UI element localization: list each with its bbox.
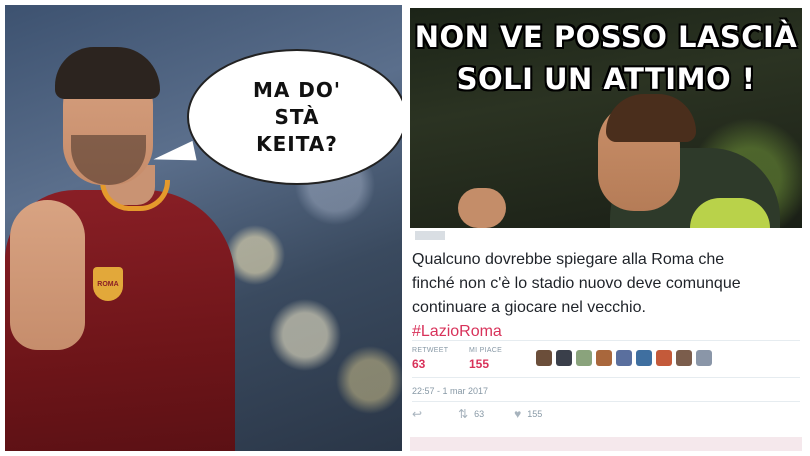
avatar[interactable] (536, 350, 552, 366)
avatar[interactable] (636, 350, 652, 366)
avatar[interactable] (556, 350, 572, 366)
retweet-icon: ⇅ (458, 407, 469, 421)
retweet-count: 63 (474, 409, 485, 419)
avatar[interactable] (656, 350, 672, 366)
bubble-line-1: MA DO' (252, 77, 342, 102)
like-count: 155 (527, 409, 543, 419)
liker-avatars (536, 350, 712, 366)
tweet-line-2: finché non c'è lo stadio nuovo deve comu… (412, 275, 741, 292)
retweet-value: 63 (412, 357, 426, 371)
crest-text: ROMA (97, 280, 119, 288)
divider (412, 340, 800, 341)
referee-hair (606, 94, 696, 142)
meme-caption-line-2: SOLI UN ATTIMO ! (456, 62, 756, 96)
tweet-text: Qualcuno dovrebbe spiegare alla Roma che… (412, 248, 800, 344)
likes-label: MI PIACE (469, 347, 503, 354)
tweet-timestamp[interactable]: 22:57 - 1 mar 2017 (412, 386, 488, 396)
tweet-line-3: continuare a giocare nel vecchio. (412, 299, 646, 316)
tweet-handle-redacted (415, 231, 445, 240)
referee-fist (458, 188, 506, 228)
reply-icon: ↩ (412, 407, 423, 421)
retweet-button[interactable]: ⇅ 63 (458, 407, 484, 421)
avatar[interactable] (616, 350, 632, 366)
avatar[interactable] (696, 350, 712, 366)
player-hair (55, 47, 160, 99)
player-hands (10, 200, 85, 350)
likes-value: 155 (469, 357, 490, 371)
retweet-stat[interactable]: RETWEET 63 (412, 347, 448, 371)
likes-stat[interactable]: MI PIACE 155 (469, 347, 502, 371)
divider (412, 401, 800, 402)
bubble-line-3: KEITA? (256, 131, 338, 156)
card-footer (410, 437, 802, 451)
speech-bubble: MA DO' STÀ KEITA? (187, 49, 402, 185)
heart-icon: ♥ (514, 407, 522, 421)
avatar[interactable] (676, 350, 692, 366)
reply-button[interactable]: ↩ (412, 407, 428, 421)
meme-image[interactable]: NON VE POSSO LASCIÀ SOLI UN ATTIMO ! (410, 8, 802, 228)
tweet-actions: ↩ ⇅ 63 ♥ 155 (412, 407, 572, 421)
tweet-card: NON VE POSSO LASCIÀ SOLI UN ATTIMO ! Qua… (407, 5, 805, 451)
like-button[interactable]: ♥ 155 (514, 407, 542, 421)
bubble-line-2: STÀ (274, 104, 320, 129)
player-photo: ROMA MA DO' STÀ KEITA? (5, 5, 402, 451)
tweet-line-1: Qualcuno dovrebbe spiegare alla Roma che (412, 251, 725, 268)
speech-bubble-tail (151, 140, 197, 170)
roma-crest-logo: ROMA (93, 267, 123, 301)
avatar[interactable] (576, 350, 592, 366)
divider (412, 377, 800, 378)
meme-caption-line-1: NON VE POSSO LASCIÀ (414, 20, 798, 54)
retweet-label: RETWEET (412, 347, 449, 354)
avatar[interactable] (596, 350, 612, 366)
